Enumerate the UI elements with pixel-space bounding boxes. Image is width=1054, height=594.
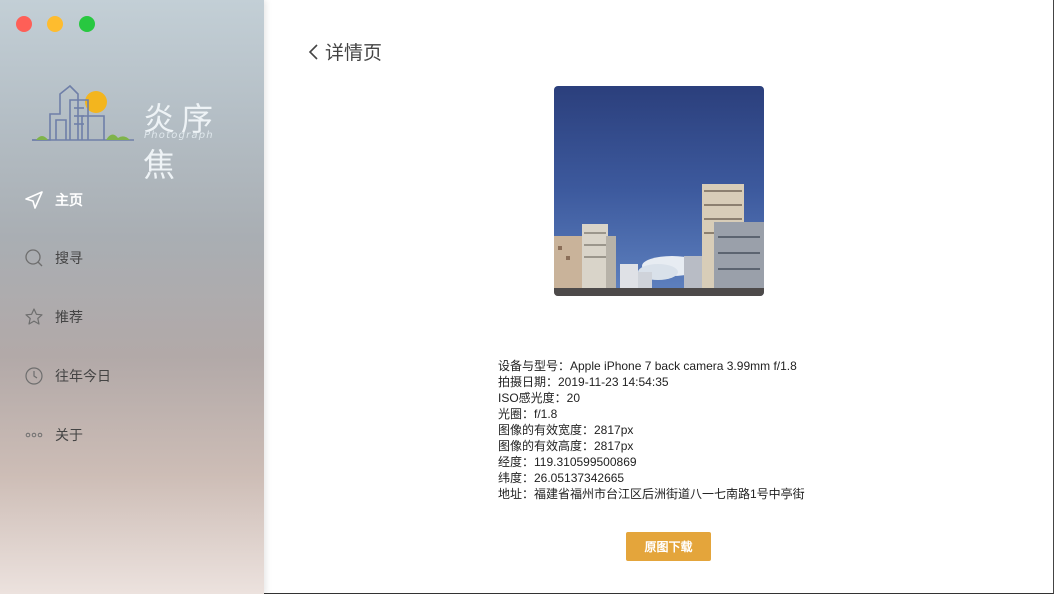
sidebar-item-label: 往年今日 — [55, 369, 111, 385]
sidebar-item-about[interactable]: 关于 — [24, 423, 83, 447]
back-chevron-icon[interactable] — [306, 42, 320, 62]
city-photo-image — [554, 86, 764, 296]
metadata-longitude: 经度：119.310599500869 — [498, 455, 637, 469]
minimize-window-button[interactable] — [47, 16, 63, 32]
navigation-arrow-icon — [25, 191, 43, 209]
close-window-button[interactable] — [16, 16, 32, 32]
maximize-window-button[interactable] — [79, 16, 95, 32]
sidebar-item-search[interactable]: 搜寻 — [24, 246, 83, 270]
metadata-height: 图像的有效高度：2817px — [498, 439, 634, 453]
sidebar-item-home[interactable]: 主页 — [24, 188, 83, 212]
clock-icon — [25, 367, 43, 385]
photo-preview — [554, 86, 764, 296]
metadata-device: 设备与型号：Apple iPhone 7 back camera 3.99mm … — [498, 359, 797, 373]
star-icon — [25, 308, 43, 325]
sidebar: 炎序焦 Photograph 主页 搜寻 推荐 往年今日 关于 — [0, 0, 264, 594]
app-logo: 炎序焦 Photograph — [30, 80, 240, 184]
metadata-latitude: 纬度：26.05137342665 — [498, 471, 625, 485]
metadata-width: 图像的有效宽度：2817px — [498, 423, 634, 437]
sidebar-item-label: 关于 — [55, 428, 83, 444]
more-dots-icon — [25, 432, 43, 438]
sidebar-item-on-this-day[interactable]: 往年今日 — [24, 364, 111, 388]
sidebar-item-label: 推荐 — [55, 310, 83, 326]
page-title: 详情页 — [325, 42, 383, 64]
sidebar-item-recommend[interactable]: 推荐 — [24, 305, 83, 329]
download-original-button[interactable]: 原图下载 — [626, 532, 711, 561]
sidebar-item-label: 主页 — [55, 193, 83, 209]
sidebar-item-label: 搜寻 — [55, 251, 83, 267]
metadata-iso: ISO感光度：20 — [498, 391, 581, 405]
page-header: 详情页 — [306, 38, 382, 65]
logo-subtitle: Photograph — [144, 130, 214, 141]
metadata-date: 拍摄日期：2019-11-23 14:54:35 — [498, 375, 669, 389]
app-window: 炎序焦 Photograph 主页 搜寻 推荐 往年今日 关于 详情页 设备与型… — [0, 0, 1054, 594]
search-icon — [25, 249, 43, 267]
photo-metadata: 设备与型号：Apple iPhone 7 back camera 3.99mm … — [498, 358, 805, 502]
city-skyline-logo-icon — [32, 84, 134, 141]
metadata-address: 地址：福建省福州市台江区后洲街道八一七南路1号中亭街 — [498, 487, 805, 501]
metadata-aperture: 光圈：f/1.8 — [498, 407, 558, 421]
